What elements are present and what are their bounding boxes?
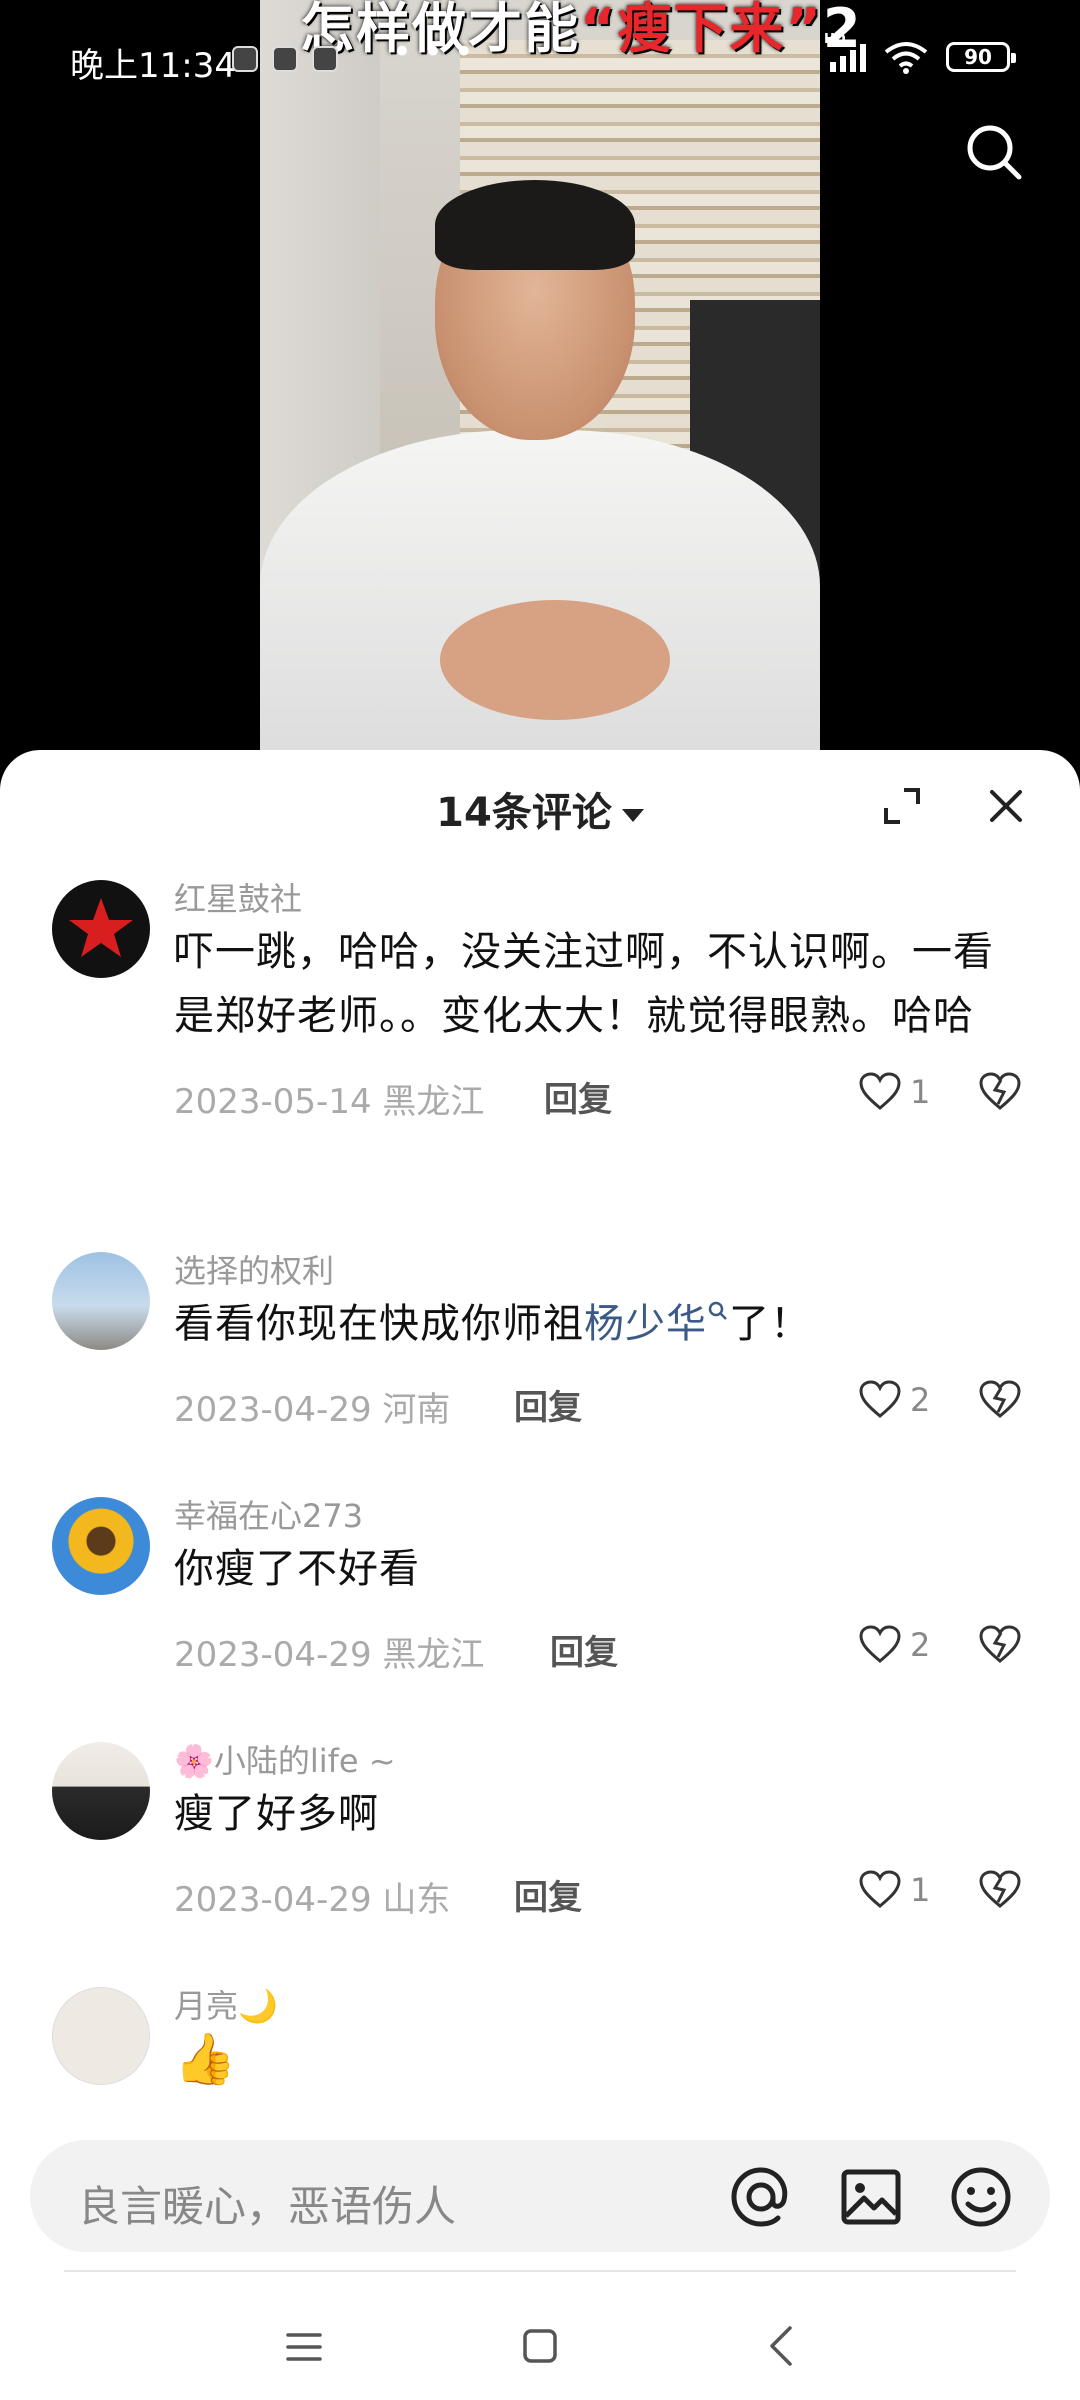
status-right: HD 90 (824, 32, 1016, 74)
comment-meta: 2023-04-29 山东 回复 1 (174, 1850, 1022, 1940)
search-link-label: 杨少华 (584, 1301, 707, 1347)
search-icon[interactable] (962, 120, 1026, 184)
comment-text-part: 看看你现在快成你师祖 (174, 1301, 584, 1347)
like-button[interactable]: 1 (858, 1870, 930, 1910)
like-count: 1 (910, 1073, 931, 1111)
status-time: 晚上11:34 (70, 46, 236, 86)
search-small-icon (708, 1301, 727, 1320)
emoji-icon[interactable] (948, 2164, 1014, 2230)
comment-input-bar[interactable]: 良言暖心，恶语伤人 (30, 2140, 1050, 2252)
video-person-hands (440, 600, 670, 720)
avatar[interactable] (52, 1252, 150, 1350)
comment-date-location: 2023-04-29 河南 (174, 1390, 451, 1430)
comment-text: 看看你现在快成你师祖杨少华 了！ (174, 1292, 1020, 1356)
signal-icon: HD (824, 32, 866, 72)
battery-icon: 90 (946, 42, 1016, 72)
like-count: 2 (910, 1626, 931, 1664)
notification-app-icon (312, 46, 338, 72)
heart-icon (859, 1870, 901, 1908)
reply-button[interactable]: 回复 (544, 1072, 612, 1121)
comment-input-placeholder[interactable]: 良言暖心，恶语伤人 (78, 2173, 456, 2234)
expand-icon[interactable] (880, 784, 924, 828)
comment-text: 👍 (174, 2027, 1020, 2095)
dislike-icon[interactable] (978, 1072, 1022, 1112)
like-count: 1 (910, 1871, 931, 1909)
comment-username[interactable]: 选择的权利 (174, 1232, 1020, 1292)
comment-item: 选择的权利 看看你现在快成你师祖杨少华 了！ 2023-04-29 河南 回复 2 (0, 1232, 1080, 1477)
comments-header: 14条评论 (0, 750, 1080, 860)
status-bar: 晚上11:34 • • • HD 90 (0, 30, 1080, 90)
comment-username[interactable]: 🌸小陆的life ~ (174, 1722, 1020, 1782)
avatar[interactable] (52, 880, 150, 978)
system-nav-bar (0, 2290, 1080, 2400)
notification-app-icon (232, 46, 258, 72)
like-button[interactable]: 2 (858, 1625, 930, 1665)
caret-down-icon (621, 808, 644, 822)
avatar[interactable] (52, 1497, 150, 1595)
like-button[interactable]: 2 (858, 1380, 930, 1420)
network-label: HD (824, 32, 846, 47)
reply-button[interactable]: 回复 (550, 1625, 618, 1674)
comment-item: 🌸小陆的life ~ 瘦了好多啊 2023-04-29 山东 回复 1 (0, 1722, 1080, 1967)
heart-icon (859, 1380, 901, 1418)
comment-list[interactable]: 红星鼓社 吓一跳，哈哈，没关注过啊，不认识啊。一看是郑好老师。。变化太大！就觉得… (0, 860, 1080, 2110)
wifi-icon (884, 42, 928, 74)
dislike-icon[interactable] (978, 1870, 1022, 1910)
like-count: 2 (910, 1381, 931, 1419)
heart-icon (859, 1072, 901, 1110)
comment-item: 幸福在心273 你瘦了不好看 2023-04-29 黑龙江 回复 2 (0, 1477, 1080, 1722)
back-icon[interactable] (762, 2324, 802, 2368)
comment-text: 你瘦了不好看 (174, 1546, 420, 1592)
comment-meta: 2023-04-29 河南 回复 2 (174, 1360, 1022, 1450)
thumbs-up-icon: 👍 (174, 2030, 238, 2088)
comment-item: 红星鼓社 吓一跳，哈哈，没关注过啊，不认识啊。一看是郑好老师。。变化太大！就觉得… (0, 860, 1080, 1232)
comment-text: 瘦了好多啊 (174, 1791, 379, 1837)
image-icon[interactable] (838, 2164, 904, 2230)
like-button[interactable]: 1 (858, 1072, 930, 1112)
comment-text-part: 了！ (729, 1301, 811, 1347)
notification-icons (232, 46, 338, 72)
mention-icon[interactable] (728, 2164, 794, 2230)
reply-button[interactable]: 回复 (514, 1380, 582, 1429)
menu-icon[interactable] (284, 2330, 324, 2364)
dislike-icon[interactable] (978, 1625, 1022, 1665)
comment-date-location: 2023-04-29 黑龙江 (174, 1635, 485, 1675)
comment-date-location: 2023-05-14 黑龙江 (174, 1082, 485, 1122)
search-link[interactable]: 杨少华 (584, 1301, 729, 1347)
close-icon[interactable] (984, 784, 1028, 828)
comment-text: 吓一跳，哈哈，没关注过啊，不认识啊。一看是郑好老师。。变化太大！就觉得眼熟。哈哈 (174, 929, 994, 1039)
video-frame (260, 0, 820, 760)
red-star-icon (69, 898, 133, 957)
more-notifications-icon: • • • (392, 32, 474, 72)
avatar[interactable] (52, 1742, 150, 1840)
comment-username[interactable]: 月亮🌙 (174, 1967, 1020, 2027)
divider (64, 2270, 1016, 2272)
dislike-icon[interactable] (978, 1380, 1022, 1420)
comment-date-location: 2023-04-29 山东 (174, 1880, 451, 1920)
reply-button[interactable]: 回复 (514, 1870, 582, 1919)
comment-username[interactable]: 红星鼓社 (174, 860, 1020, 920)
video-player[interactable]: 怎样做才能“瘦下来”2 (0, 0, 1080, 760)
avatar[interactable] (52, 1987, 150, 2085)
home-icon[interactable] (520, 2326, 560, 2366)
notification-app-icon (272, 46, 298, 72)
video-person-hair (435, 180, 635, 270)
heart-icon (859, 1625, 901, 1663)
comment-meta: 2023-04-29 黑龙江 回复 2 (174, 1605, 1022, 1695)
comment-username[interactable]: 幸福在心273 (174, 1477, 1020, 1537)
comment-meta: 2023-05-14 黑龙江 回复 1 (174, 1052, 1022, 1142)
comment-item: 月亮🌙 👍 (0, 1967, 1080, 2110)
comments-count-label: 14条评论 (436, 790, 612, 836)
